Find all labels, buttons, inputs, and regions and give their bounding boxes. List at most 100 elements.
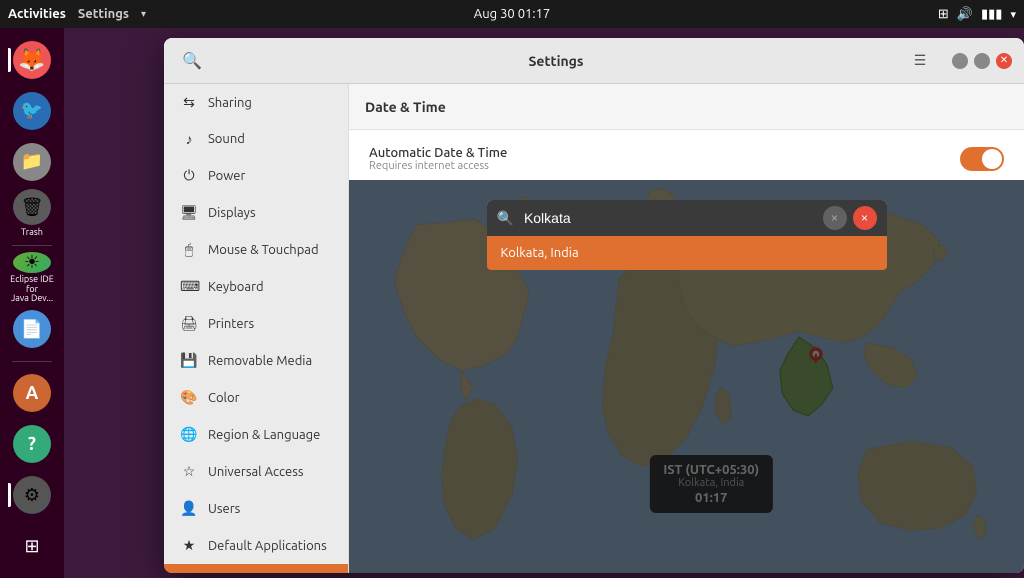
settings-search-button[interactable]: 🔍: [176, 45, 208, 77]
dock-icon-document[interactable]: 📄: [8, 306, 56, 353]
datetime-title: Date & Time: [365, 99, 446, 115]
dock-icon-apps-grid[interactable]: ⊞: [8, 523, 56, 570]
dock-icon-settings[interactable]: ⚙: [8, 472, 56, 519]
keyboard-icon: ⌨: [180, 278, 198, 295]
dock-icon-firefox[interactable]: 🦊: [8, 36, 56, 83]
topbar-menu-arrow[interactable]: ▾: [1010, 8, 1016, 21]
sidebar-item-datetime[interactable]: 🕐 Date & Time: [164, 564, 348, 573]
sidebar-item-users[interactable]: 👤 Users: [164, 490, 348, 527]
sidebar-item-universal[interactable]: ☆ Universal Access: [164, 453, 348, 490]
sidebar-item-sharing[interactable]: ⇆ Sharing: [164, 84, 348, 121]
settings-header-title: Settings: [216, 53, 896, 69]
window-close-button[interactable]: ✕: [996, 53, 1012, 69]
displays-icon: 🖥: [180, 204, 198, 221]
auto-date-label: Automatic Date & Time Requires internet …: [369, 146, 507, 172]
sidebar-item-power[interactable]: ⏻ Power: [164, 157, 348, 194]
users-icon: 👤: [180, 500, 198, 517]
window-minimize-button[interactable]: [952, 53, 968, 69]
region-icon: 🌐: [180, 426, 198, 443]
power-icon: ⏻: [180, 167, 198, 184]
topbar-datetime: Aug 30 01:17: [474, 7, 551, 21]
sidebar-item-mouse[interactable]: 🖱 Mouse & Touchpad: [164, 231, 348, 268]
activities-label[interactable]: Activities: [8, 7, 66, 21]
trash-label: Trash: [21, 227, 43, 237]
universal-icon: ☆: [180, 463, 198, 480]
tz-close-button[interactable]: ×: [853, 206, 877, 230]
settings-menu-button[interactable]: ☰: [904, 45, 936, 77]
auto-date-toggle[interactable]: [960, 147, 1004, 171]
topbar: Activities Settings ▾ Aug 30 01:17 ⊞ 🔊 ▮…: [0, 0, 1024, 28]
sidebar-item-printers[interactable]: 🖨 Printers: [164, 305, 348, 342]
sidebar-item-mouse-label: Mouse & Touchpad: [208, 243, 319, 257]
tz-search-clear-button[interactable]: ×: [823, 206, 847, 230]
settings-arrow[interactable]: ▾: [141, 8, 146, 20]
sidebar-item-region[interactable]: 🌐 Region & Language: [164, 416, 348, 453]
firefox-icon: 🦊: [13, 41, 51, 79]
sidebar-item-sound[interactable]: ♪ Sound: [164, 121, 348, 157]
tz-search-input-row: 🔍 × ×: [487, 200, 887, 236]
settings-label[interactable]: Settings: [78, 7, 129, 21]
window-controls: ✕: [952, 53, 1012, 69]
topbar-left: Activities Settings ▾: [8, 7, 146, 21]
document-icon: 📄: [13, 310, 51, 348]
topbar-center: Aug 30 01:17: [474, 7, 551, 21]
sidebar-item-region-label: Region & Language: [208, 428, 320, 442]
sidebar-item-universal-label: Universal Access: [208, 465, 303, 479]
dock-separator-2: [12, 361, 52, 362]
sidebar-item-color-label: Color: [208, 391, 240, 405]
printers-icon: 🖨: [180, 315, 198, 332]
sidebar-item-keyboard-label: Keyboard: [208, 280, 264, 294]
removable-icon: 💾: [180, 352, 198, 369]
settings-sidebar: ⇆ Sharing ♪ Sound ⏻ Power 🖥 Displays 🖱: [164, 84, 349, 573]
apps-grid-icon: ⊞: [24, 536, 39, 557]
tz-search-results: Kolkata, India: [487, 236, 887, 270]
appstore-icon: A: [13, 374, 51, 412]
timezone-search-overlay: 🔍 × × Kolkata, India: [349, 180, 1024, 573]
dock-icon-help[interactable]: ?: [8, 421, 56, 468]
datetime-header: Date & Time: [349, 84, 1024, 130]
sidebar-item-removable-label: Removable Media: [208, 354, 312, 368]
sound-sidebar-icon: ♪: [180, 131, 198, 147]
sidebar-item-default-apps[interactable]: ★ Default Applications: [164, 527, 348, 564]
settings-header: 🔍 Settings ☰ ✕: [164, 38, 1024, 84]
window-maximize-button[interactable]: [974, 53, 990, 69]
tz-result-kolkata[interactable]: Kolkata, India: [487, 236, 887, 270]
eclipse-icon: ☀: [13, 252, 51, 273]
files-icon: 📁: [13, 143, 51, 181]
dock-active-indicator-settings: [8, 483, 11, 507]
sidebar-item-keyboard[interactable]: ⌨ Keyboard: [164, 268, 348, 305]
sound-icon[interactable]: 🔊: [957, 7, 973, 22]
sidebar-item-color[interactable]: 🎨 Color: [164, 379, 348, 416]
dock-icon-appstore[interactable]: A: [8, 370, 56, 417]
help-icon: ?: [13, 425, 51, 463]
sidebar-item-removable[interactable]: 💾 Removable Media: [164, 342, 348, 379]
dock-icon-trash[interactable]: 🗑 Trash: [8, 189, 56, 237]
main-area: 🔍 Settings ☰ ✕ ⇆ Sharing ♪ Sound: [64, 28, 1024, 578]
dock-icon-files[interactable]: 📁: [8, 138, 56, 185]
eclipse-label: Eclipse IDE for Java Dev...: [8, 275, 56, 305]
sidebar-item-users-label: Users: [208, 502, 240, 516]
auto-date-sub-label: Requires internet access: [369, 160, 507, 172]
network-icon: ⊞: [938, 7, 949, 22]
tz-search-icon: 🔍: [497, 210, 514, 227]
settings-icon: ⚙: [13, 476, 51, 514]
settings-window: 🔍 Settings ☰ ✕ ⇆ Sharing ♪ Sound: [164, 38, 1024, 573]
settings-content: Date & Time Automatic Date & Time Requir…: [349, 84, 1024, 573]
sidebar-item-displays[interactable]: 🖥 Displays: [164, 194, 348, 231]
sidebar-item-displays-label: Displays: [208, 206, 256, 220]
tz-search-input[interactable]: [520, 206, 823, 230]
default-apps-icon: ★: [180, 537, 198, 554]
sidebar-item-sound-label: Sound: [208, 132, 245, 146]
sharing-icon: ⇆: [180, 94, 198, 111]
dock: 🦊 🐦 📁 🗑 Trash ☀ Eclipse IDE for Java Dev…: [0, 28, 64, 578]
dock-icon-eclipse[interactable]: ☀ Eclipse IDE for Java Dev...: [8, 254, 56, 302]
dock-icon-thunderbird[interactable]: 🐦: [8, 87, 56, 134]
sidebar-item-sharing-label: Sharing: [208, 96, 252, 110]
map-container: IST (UTC+05:30) Kolkata, India 01:17 🔍 ×…: [349, 180, 1024, 573]
topbar-right: ⊞ 🔊 ▮▮▮ ▾: [938, 7, 1016, 22]
trash-icon: 🗑: [13, 189, 51, 225]
dock-separator-1: [12, 245, 52, 246]
sidebar-item-power-label: Power: [208, 169, 245, 183]
settings-body: ⇆ Sharing ♪ Sound ⏻ Power 🖥 Displays 🖱: [164, 84, 1024, 573]
mouse-icon: 🖱: [180, 241, 198, 258]
